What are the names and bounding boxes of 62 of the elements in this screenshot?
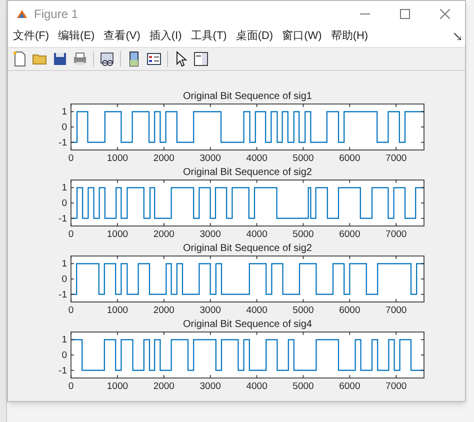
tick-label: 7000 bbox=[386, 229, 407, 240]
tick-label: 0 bbox=[68, 381, 74, 392]
tick-label: -1 bbox=[58, 137, 67, 148]
tick-label: -1 bbox=[58, 213, 67, 224]
tick-label: 2000 bbox=[153, 381, 174, 392]
tick-label: 1 bbox=[62, 334, 67, 346]
chart-title: Original Bit Sequence of sig1 bbox=[183, 91, 312, 102]
property-panel-icon[interactable] bbox=[191, 49, 211, 69]
app-icon bbox=[16, 8, 28, 20]
tick-label: 3000 bbox=[200, 229, 221, 240]
tick-label: 4000 bbox=[246, 381, 268, 392]
window-title: Figure 1 bbox=[34, 6, 78, 22]
tick-label: 5000 bbox=[292, 153, 314, 164]
menu-item[interactable]: 工具(T) bbox=[190, 28, 227, 45]
tick-label: 5000 bbox=[292, 381, 314, 392]
tick-label: -1 bbox=[58, 289, 67, 300]
tick-label: 1 bbox=[62, 258, 67, 270]
tick-label: 0 bbox=[62, 274, 67, 285]
close-icon bbox=[440, 8, 450, 18]
dock-arrow-icon[interactable] bbox=[454, 33, 461, 40]
tick-label: 1 bbox=[62, 106, 67, 118]
tick-label: 5000 bbox=[292, 229, 314, 240]
tick-label: 2000 bbox=[153, 153, 174, 164]
tick-label: 3000 bbox=[200, 305, 221, 316]
maximize-icon bbox=[400, 8, 410, 18]
tick-label: 4000 bbox=[246, 229, 268, 240]
tick-label: 0 bbox=[62, 122, 67, 133]
menu-item[interactable]: 编辑(E) bbox=[58, 28, 95, 45]
tick-label: 7000 bbox=[386, 305, 407, 316]
tick-label: 1000 bbox=[106, 381, 128, 392]
menu-item[interactable]: 查看(V) bbox=[104, 28, 140, 45]
tick-label: 0 bbox=[68, 229, 74, 240]
tick-label: 0 bbox=[68, 305, 74, 316]
tick-label: 7000 bbox=[386, 381, 407, 392]
tick-label: 4000 bbox=[246, 153, 268, 164]
tick-label: 5000 bbox=[292, 305, 314, 316]
tick-label: 6000 bbox=[339, 153, 360, 164]
tick-label: 1000 bbox=[106, 305, 128, 316]
menu-item[interactable]: 窗口(W) bbox=[282, 28, 322, 45]
menu-item[interactable]: 桌面(D) bbox=[236, 28, 274, 45]
tick-label: 0 bbox=[68, 153, 74, 164]
chart-title: Original Bit Sequence of sig2 bbox=[183, 167, 312, 178]
tick-label: -1 bbox=[58, 365, 67, 376]
tick-label: 0 bbox=[62, 350, 67, 361]
tick-label: 2000 bbox=[153, 305, 174, 316]
tick-label: 6000 bbox=[339, 229, 360, 240]
tick-label: 3000 bbox=[200, 381, 221, 392]
tick-label: 6000 bbox=[339, 305, 360, 316]
tick-label: 7000 bbox=[386, 153, 407, 164]
tick-label: 1000 bbox=[106, 229, 128, 240]
tick-label: 1 bbox=[62, 182, 67, 194]
chart-title: Original Bit Sequence of sig4 bbox=[183, 319, 312, 330]
menu-item[interactable]: 文件(F) bbox=[13, 28, 50, 45]
tick-label: 1000 bbox=[106, 153, 128, 164]
tick-label: 0 bbox=[62, 198, 67, 209]
menu-item[interactable]: 帮助(H) bbox=[330, 28, 368, 45]
tick-label: 6000 bbox=[339, 381, 360, 392]
menu-item[interactable]: 插入(I) bbox=[149, 28, 182, 45]
tick-label: 2000 bbox=[153, 229, 174, 240]
tick-label: 3000 bbox=[200, 153, 221, 164]
chart-title: Original Bit Sequence of sig2 bbox=[183, 243, 312, 254]
tick-label: 4000 bbox=[246, 305, 268, 316]
